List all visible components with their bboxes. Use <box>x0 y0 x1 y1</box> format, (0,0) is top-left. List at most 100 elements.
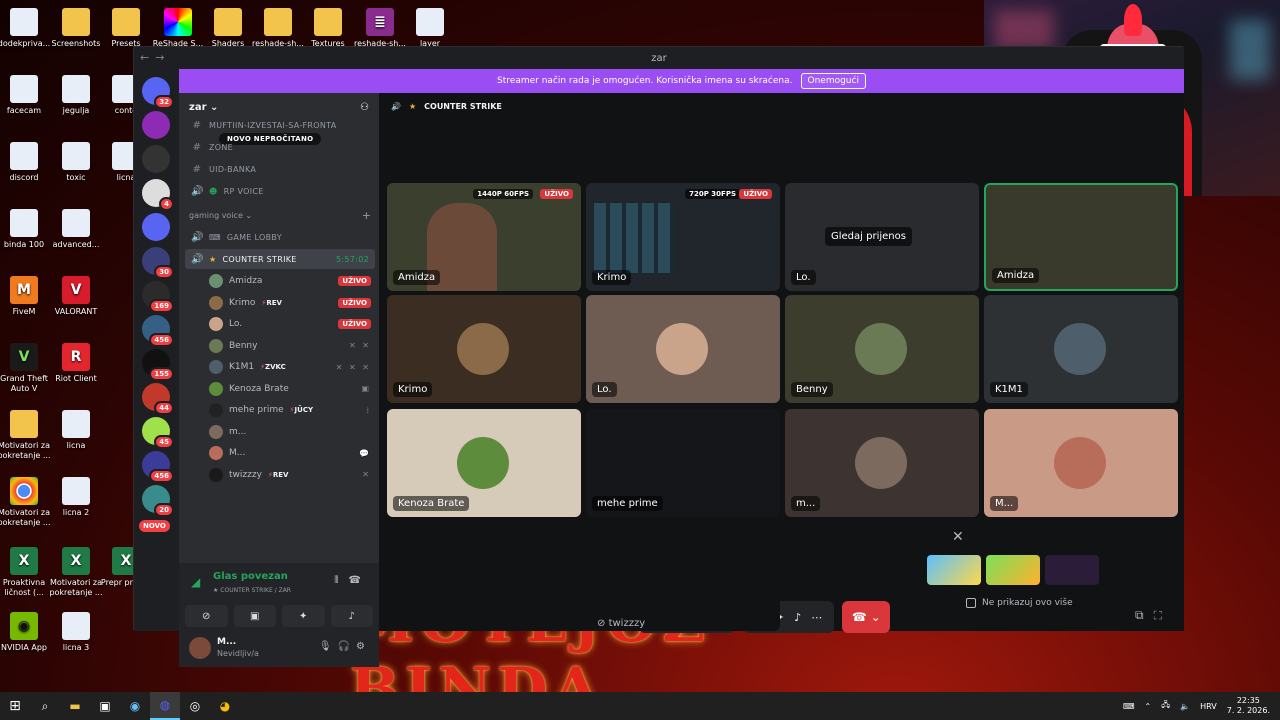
voice-status[interactable]: Glas povezan <box>213 571 288 582</box>
channel-item[interactable]: # uid-banka <box>185 159 375 179</box>
desktop-shortcut[interactable]: Presets <box>96 8 156 49</box>
language-indicator[interactable]: HRV <box>1200 702 1217 711</box>
voice-user[interactable]: Krimo ⚡REV UŽIVO <box>205 293 375 313</box>
desktop-shortcut[interactable]: Textures <box>298 8 358 49</box>
network-icon[interactable]: 🖧 <box>1161 699 1170 713</box>
participant-tile[interactable]: Krimo <box>387 295 581 403</box>
close-icon[interactable]: ✕ <box>952 529 964 545</box>
promo-card[interactable] <box>927 555 981 585</box>
voice-user[interactable]: m... <box>205 422 375 442</box>
participant-tile[interactable]: ⊘ twizzzy <box>586 523 780 631</box>
participant-tile[interactable]: m... <box>785 409 979 517</box>
server-icon[interactable]: 456 <box>142 315 174 347</box>
signal-icon[interactable]: ◢ <box>191 575 200 589</box>
noise-suppression-icon[interactable]: ⦀ <box>334 575 348 586</box>
desktop-shortcut[interactable]: licna <box>46 410 106 451</box>
voice-user[interactable]: mehe prime ⚡JÜCY ⁞ <box>205 400 375 420</box>
voice-user-name: Amidza <box>229 276 263 286</box>
desktop-shortcut[interactable]: licna 2 <box>46 477 106 518</box>
chevron-up-icon[interactable]: ⌃ <box>1145 702 1152 711</box>
voice-user[interactable]: twizzzy ⚡REV ✕ <box>205 465 375 485</box>
server-icon[interactable]: 44 <box>142 383 174 415</box>
search-icon[interactable]: ⌕ <box>30 692 60 720</box>
voice-user[interactable]: Kenoza Brate ▣ <box>205 379 375 399</box>
desktop-shortcut[interactable]: R Riot Client <box>46 343 106 384</box>
stream-tile[interactable]: 1440P 60FPS UŽIVO Amidza <box>387 183 581 291</box>
more-icon[interactable]: ⋯ <box>811 611 822 624</box>
add-member-icon[interactable]: ⚇ <box>360 102 369 113</box>
server-badge: 4 <box>159 197 174 211</box>
server-icon[interactable]: 45 <box>142 417 174 449</box>
add-channel-icon[interactable]: + <box>362 209 371 222</box>
task-view-icon[interactable]: ▣ <box>90 692 120 720</box>
voice-user[interactable]: Amidza UŽIVO <box>205 271 375 291</box>
promo-card[interactable] <box>1045 555 1099 585</box>
desktop-shortcut-label: Riot Client <box>55 374 97 383</box>
gear-icon[interactable]: ⚙ <box>356 641 371 652</box>
server-icon[interactable]: 4 <box>142 179 174 211</box>
steam-icon[interactable]: ◉ <box>120 692 150 720</box>
voice-user-name: twizzzy <box>229 469 262 480</box>
popout-icon[interactable]: ⧉ <box>1135 608 1154 622</box>
disconnect-icon[interactable]: ☎ <box>349 575 371 586</box>
stream-tile[interactable]: 720P 30FPS UŽIVO Krimo <box>586 183 780 291</box>
participant-tile[interactable]: K1M1 <box>984 295 1178 403</box>
fullscreen-icon[interactable]: ⛶ <box>1154 608 1172 622</box>
windows-start-icon[interactable]: ⊞ <box>0 692 30 720</box>
server-icon[interactable]: 169 <box>142 281 174 313</box>
voice-user[interactable]: K1M1 ⚡ZVKC ✕ ✕ ✕ <box>205 357 375 377</box>
activities-button[interactable]: ✦ <box>282 605 325 627</box>
voice-user[interactable]: Benny ✕ ✕ <box>205 336 375 356</box>
participant-tile[interactable]: Amidza <box>984 183 1178 291</box>
screenshare-button[interactable]: ▣ <box>233 605 276 627</box>
category-gaming-voice[interactable]: gaming voice ⌄ + <box>185 207 375 223</box>
avatar[interactable] <box>189 637 211 659</box>
checkbox[interactable] <box>966 598 976 608</box>
soundboard-button[interactable]: ♪ <box>330 605 373 627</box>
file-explorer-icon[interactable]: ▬ <box>60 692 90 720</box>
participant-tile[interactable]: Lo. <box>586 295 780 403</box>
desktop-shortcut[interactable]: V VALORANT <box>46 276 106 317</box>
participant-tile[interactable]: Kenoza Brate <box>387 409 581 517</box>
server-icon[interactable]: 456 <box>142 451 174 483</box>
watch-stream-button[interactable]: Gledaj prijenos <box>825 227 912 246</box>
participant-tile[interactable]: M... <box>984 409 1178 517</box>
mic-icon[interactable]: 🎙 <box>319 641 338 652</box>
voice-user[interactable]: Lo. UŽIVO <box>205 314 375 334</box>
channel-item[interactable]: # muftiin-izvestai-sa-fronta <box>185 115 375 135</box>
clock[interactable]: 22:35 7. 2. 2026. <box>1227 696 1270 716</box>
voice-user[interactable]: M... 💬 <box>205 443 375 463</box>
volume-icon[interactable]: 🔈 <box>1180 702 1190 711</box>
desktop-shortcut[interactable]: layer <box>400 8 460 49</box>
participant-tile[interactable]: mehe prime <box>586 409 780 517</box>
hide-promo-checkbox[interactable]: Ne prikazuj ovo više <box>966 598 1073 608</box>
nav-arrows-icon[interactable]: ←→ <box>140 51 170 64</box>
desktop-shortcut[interactable]: licna 3 <box>46 612 106 653</box>
new-servers-badge[interactable]: NOVO <box>139 520 170 532</box>
desktop-shortcut[interactable]: advanced... <box>46 209 106 250</box>
voice-channel-item[interactable]: 🔊 ★ counter strike 5:57:02 <box>185 249 375 269</box>
promo-card[interactable] <box>986 555 1040 585</box>
server-icon[interactable]: 20 <box>142 485 174 517</box>
user-name[interactable]: M... <box>217 637 236 647</box>
channel-item[interactable]: 🔊 ☻ rp voice <box>185 181 375 201</box>
voice-channel-item[interactable]: 🔊 ⌨ game lobby <box>185 227 375 247</box>
headset-icon[interactable]: 🎧 <box>338 641 356 652</box>
keyboard-icon[interactable]: ⌨ <box>1123 702 1135 711</box>
discord-home-icon[interactable]: 32 <box>142 77 174 109</box>
participant-tile[interactable]: Benny <box>785 295 979 403</box>
channel-item[interactable]: # zone <box>185 137 375 157</box>
server-icon[interactable]: 30 <box>142 247 174 279</box>
camera-toggle-button[interactable]: ⊘ <box>185 605 228 627</box>
discord-taskbar-icon[interactable]: ◍ <box>150 692 180 720</box>
stream-tile[interactable]: Gledaj prijenos Lo. <box>785 183 979 291</box>
disconnect-button[interactable]: ☎ ⌄ <box>842 601 891 633</box>
chrome-icon[interactable]: ◕ <box>210 692 240 720</box>
disable-streamer-mode-button[interactable]: Onemogući <box>800 73 866 89</box>
server-icon[interactable] <box>142 145 170 173</box>
obs-icon[interactable]: ◎ <box>180 692 210 720</box>
soundboard-icon[interactable]: ♪ <box>794 611 801 624</box>
server-icon[interactable] <box>142 213 170 241</box>
server-icon[interactable]: 155 <box>142 349 174 381</box>
server-icon[interactable] <box>142 111 170 139</box>
